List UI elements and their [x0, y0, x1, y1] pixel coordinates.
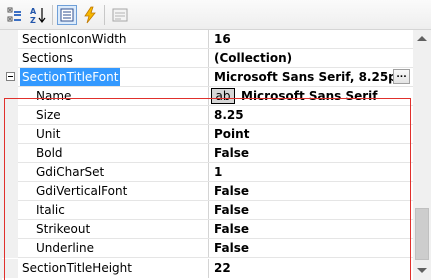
row-gutter [2, 125, 18, 144]
property-name: Underline [36, 241, 94, 255]
property-value[interactable]: Microsoft Sans Serif, 8.25pt [214, 68, 403, 86]
property-value[interactable]: Microsoft Sans Serif [241, 87, 378, 105]
property-grid-toolbar: A Z [0, 0, 431, 30]
property-row[interactable]: Unit Point [2, 125, 413, 144]
property-name: Size [36, 108, 61, 122]
column-divider [208, 106, 209, 125]
row-gutter [2, 259, 18, 278]
row-gutter [2, 144, 18, 163]
properties-icon [60, 8, 74, 22]
property-grid: SectionIconWidth 16 Sections (Collection… [2, 30, 413, 280]
property-name: Italic [36, 203, 65, 217]
column-divider [208, 49, 209, 68]
column-divider [208, 68, 209, 87]
property-value[interactable]: 22 [214, 259, 231, 277]
property-name: GdiCharSet [36, 165, 105, 179]
column-divider [208, 182, 209, 201]
events-icon [84, 6, 96, 24]
row-gutter [2, 182, 18, 201]
row-gutter [2, 220, 18, 239]
scroll-thumb[interactable] [415, 208, 429, 260]
property-name: Sections [22, 51, 73, 65]
column-divider [208, 220, 209, 239]
row-gutter [2, 163, 18, 182]
events-button[interactable] [80, 5, 100, 25]
property-row[interactable]: Strikeout False [2, 220, 413, 239]
property-value[interactable]: False [214, 182, 249, 200]
property-value[interactable]: Point [214, 125, 249, 143]
column-divider [208, 259, 209, 278]
property-row[interactable]: Size 8.25 [2, 106, 413, 125]
column-divider [208, 125, 209, 144]
column-divider [208, 144, 209, 163]
property-value[interactable]: False [214, 144, 249, 162]
column-divider [208, 30, 209, 49]
property-row[interactable]: GdiVerticalFont False [2, 182, 413, 201]
row-gutter [2, 87, 18, 106]
row-gutter [2, 49, 18, 68]
property-value[interactable]: False [214, 239, 249, 257]
property-row[interactable]: SectionIconWidth 16 [2, 30, 413, 49]
property-name: Name [36, 89, 72, 103]
property-value[interactable]: False [214, 201, 249, 219]
property-name: SectionTitleHeight [22, 261, 132, 275]
row-gutter [2, 68, 18, 87]
svg-text:Z: Z [30, 16, 36, 25]
categorized-button[interactable] [5, 5, 25, 25]
vertical-scrollbar[interactable] [413, 30, 431, 280]
property-row[interactable]: Sections (Collection) [2, 49, 413, 68]
properties-button[interactable] [57, 5, 77, 25]
ellipsis-button[interactable]: ... [393, 69, 410, 84]
column-divider [208, 239, 209, 258]
column-divider [208, 163, 209, 182]
property-name: SectionIconWidth [22, 32, 127, 46]
property-row[interactable]: Italic False [2, 201, 413, 220]
property-value[interactable]: (Collection) [214, 49, 292, 67]
alphabetical-icon: A Z [30, 7, 46, 25]
alphabetical-button[interactable]: A Z [28, 5, 48, 25]
property-value[interactable]: 16 [214, 30, 231, 48]
collapse-icon[interactable] [6, 72, 15, 81]
property-value[interactable]: False [214, 220, 249, 238]
font-preview-icon: ab [211, 88, 235, 104]
property-row[interactable]: Underline False [2, 239, 413, 258]
property-row[interactable]: GdiCharSet 1 [2, 163, 413, 182]
row-divider [18, 257, 413, 258]
property-name: SectionTitleFont [20, 68, 121, 86]
property-row[interactable]: Bold False [2, 144, 413, 163]
categorized-icon [7, 7, 21, 22]
row-gutter [2, 106, 18, 125]
property-pages-button[interactable] [110, 5, 130, 25]
property-row[interactable]: Name ab Microsoft Sans Serif [2, 87, 413, 106]
toolbar-separator [52, 5, 53, 25]
toolbar-separator [104, 5, 105, 25]
property-name: GdiVerticalFont [36, 184, 128, 198]
column-divider [208, 87, 209, 106]
property-pages-icon [112, 8, 128, 22]
row-gutter [2, 239, 18, 258]
property-name: Bold [36, 146, 63, 160]
row-gutter [2, 30, 18, 49]
column-divider [208, 201, 209, 220]
property-row-selected[interactable]: SectionTitleFont Microsoft Sans Serif, 8… [2, 68, 413, 87]
row-gutter [2, 201, 18, 220]
svg-text:A: A [30, 7, 37, 16]
property-value[interactable]: 1 [214, 163, 222, 181]
scroll-down-icon[interactable] [417, 268, 427, 273]
property-name: Strikeout [36, 222, 91, 236]
scroll-up-icon[interactable] [417, 36, 427, 41]
property-value[interactable]: 8.25 [214, 106, 244, 124]
property-name: Unit [36, 127, 61, 141]
property-row[interactable]: SectionTitleHeight 22 [2, 259, 413, 278]
